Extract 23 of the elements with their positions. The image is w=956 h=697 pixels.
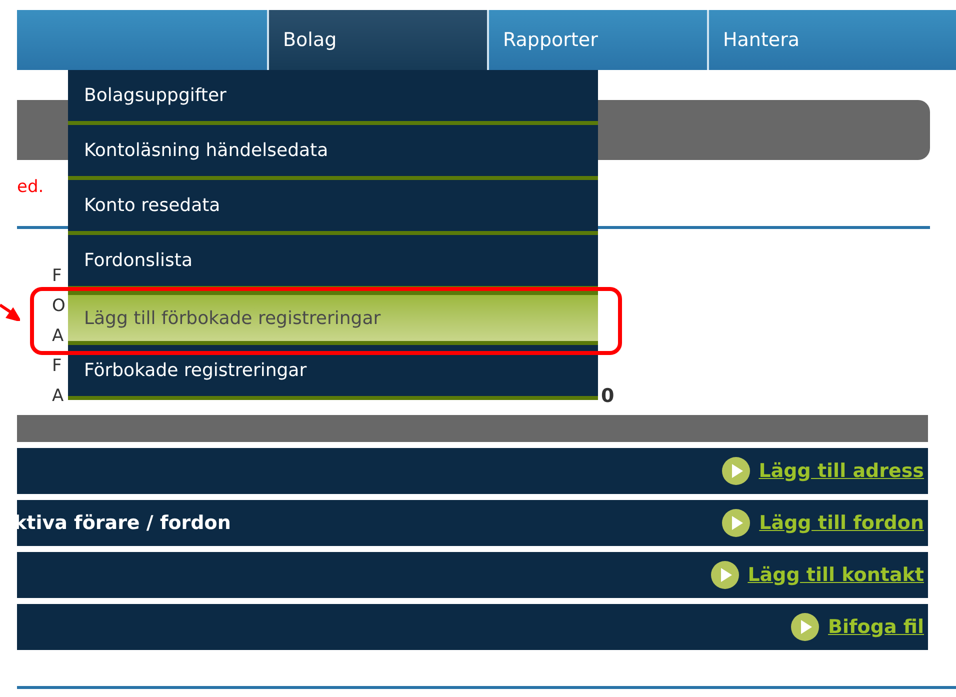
arrow-icon (0, 303, 20, 321)
menu-item[interactable]: Bolagsuppgifter (68, 70, 598, 125)
field-label: A (52, 328, 64, 344)
field-label: O (52, 298, 66, 314)
field-label: A (52, 388, 64, 404)
nav-tab[interactable]: Bolag (267, 10, 487, 70)
nav-tab[interactable]: Hantera (707, 10, 927, 70)
add-link[interactable]: Bifoga fil (790, 610, 924, 644)
menu-item[interactable]: Lägg till förbokade registreringar (68, 290, 598, 345)
field-label: F (52, 358, 62, 374)
menu-item[interactable]: Förbokade registreringar (68, 345, 598, 400)
play-icon (721, 508, 752, 538)
menu-item[interactable]: Kontoläsning händelsedata (68, 125, 598, 180)
error-text: ed. (17, 176, 45, 199)
play-icon (790, 612, 820, 642)
menu-item[interactable]: Konto resedata (68, 180, 598, 235)
add-link[interactable]: Lägg till fordon (721, 506, 924, 540)
field-value: 0 (601, 384, 614, 409)
play-icon (710, 560, 740, 590)
add-link[interactable]: Lägg till kontakt (710, 558, 924, 592)
field-label: F (52, 268, 62, 284)
play-icon (720, 456, 751, 486)
add-link[interactable]: Lägg till adress (720, 454, 924, 488)
